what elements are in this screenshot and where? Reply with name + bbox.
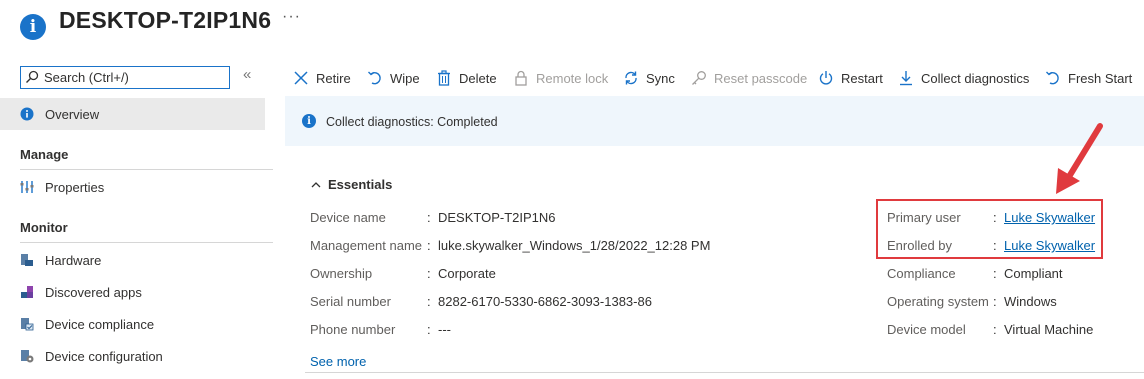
search-input[interactable] [44, 69, 224, 86]
collapse-sidebar-button[interactable]: « [243, 66, 251, 83]
notification-banner: i Collect diagnostics: Completed [285, 96, 1144, 146]
annotation-arrow-icon [1056, 123, 1103, 194]
power-icon [819, 71, 833, 85]
annotation-highlight-box [876, 199, 1103, 259]
prop-value-compliance: Compliant [1004, 266, 1063, 281]
notification-text: Collect diagnostics: Completed [326, 115, 498, 129]
essentials-label: Essentials [328, 177, 393, 192]
divider [20, 169, 273, 170]
remote-lock-button[interactable]: Remote lock [513, 68, 608, 88]
page-header: i DESKTOP-T2IP1N6 ··· [0, 0, 1144, 56]
hardware-icon [21, 254, 33, 266]
sidebar-item-properties[interactable]: Properties [0, 171, 265, 203]
prop-colon: : [427, 238, 431, 253]
prop-value-device-name: DESKTOP-T2IP1N6 [438, 210, 556, 225]
sidebar-item-overview[interactable]: Overview [0, 98, 265, 130]
prop-label-operating-system: Operating system [887, 294, 989, 309]
restart-button[interactable]: Restart [818, 68, 883, 88]
prop-label-device-model: Device model [887, 322, 966, 337]
prop-label-phone-number: Phone number [310, 322, 396, 337]
key-icon [692, 71, 706, 85]
search-box[interactable] [20, 66, 230, 89]
prop-label-ownership: Ownership [310, 266, 373, 281]
sync-icon [625, 71, 637, 85]
download-icon [900, 71, 912, 86]
prop-colon: : [993, 322, 997, 337]
properties-icon [20, 181, 34, 193]
prop-value-phone-number: --- [438, 322, 451, 337]
section-heading-manage: Manage [20, 147, 69, 162]
prop-label-device-name: Device name [310, 210, 386, 225]
wipe-button[interactable]: Wipe [367, 68, 420, 88]
prop-value-ownership: Corporate [438, 266, 496, 281]
divider [20, 242, 273, 243]
page-title: DESKTOP-T2IP1N6 [59, 7, 272, 33]
prop-value-operating-system: Windows [1004, 294, 1057, 309]
compliance-icon [21, 318, 34, 331]
sync-button[interactable]: Sync [623, 68, 675, 88]
sidebar-item-device-compliance[interactable]: Device compliance [0, 308, 265, 340]
prop-colon: : [427, 322, 431, 337]
prop-value-serial-number: 8282-6170-5330-6862-3093-1383-86 [438, 294, 652, 309]
prop-colon: : [427, 294, 431, 309]
sidebar: « Overview Manage Properties Monitor Har… [0, 56, 285, 379]
prop-label-compliance: Compliance [887, 266, 956, 281]
sidebar-item-label: Device compliance [45, 317, 155, 332]
prop-value-management-name: luke.skywalker_Windows_1/28/2022_12:28 P… [438, 238, 711, 253]
essentials-toggle[interactable]: Essentials [310, 177, 392, 192]
sidebar-item-label: Overview [45, 107, 100, 122]
close-icon [294, 71, 308, 85]
delete-button[interactable]: Delete [436, 68, 497, 88]
retire-button[interactable]: Retire [293, 68, 351, 88]
search-icon [26, 70, 39, 83]
prop-colon: : [427, 266, 431, 281]
command-bar: Retire Wipe Delete Remote lock Sync Rese… [285, 56, 1144, 96]
section-heading-monitor: Monitor [20, 220, 68, 235]
info-icon: i [302, 114, 316, 128]
fresh-start-icon [1046, 71, 1059, 85]
collect-diagnostics-button[interactable]: Collect diagnostics [898, 68, 1029, 88]
sidebar-item-device-configuration[interactable]: Device configuration [0, 340, 265, 372]
trash-icon [438, 70, 450, 86]
prop-colon: : [993, 266, 997, 281]
sidebar-item-discovered-apps[interactable]: Discovered apps [0, 276, 265, 308]
info-icon: i [20, 14, 46, 40]
prop-value-device-model: Virtual Machine [1004, 322, 1094, 337]
divider [305, 372, 1144, 373]
see-more-link[interactable]: See more [310, 354, 366, 369]
sidebar-item-label: Discovered apps [45, 285, 142, 300]
undo-icon [368, 71, 381, 85]
prop-colon: : [427, 210, 431, 225]
configuration-icon [21, 350, 34, 363]
prop-label-management-name: Management name [310, 238, 423, 253]
prop-colon: : [993, 294, 997, 309]
reset-passcode-button[interactable]: Reset passcode [691, 68, 807, 88]
chevron-up-icon [311, 181, 321, 187]
prop-label-serial-number: Serial number [310, 294, 391, 309]
sidebar-item-label: Properties [45, 180, 105, 195]
more-options-button[interactable]: ··· [282, 8, 301, 26]
overview-info-icon [20, 107, 34, 121]
sidebar-item-label: Device configuration [45, 349, 163, 364]
sidebar-item-label: Hardware [45, 253, 102, 268]
apps-icon [21, 286, 33, 298]
lock-icon [515, 70, 527, 86]
sidebar-item-hardware[interactable]: Hardware [0, 244, 265, 276]
fresh-start-button[interactable]: Fresh Start [1045, 68, 1132, 88]
